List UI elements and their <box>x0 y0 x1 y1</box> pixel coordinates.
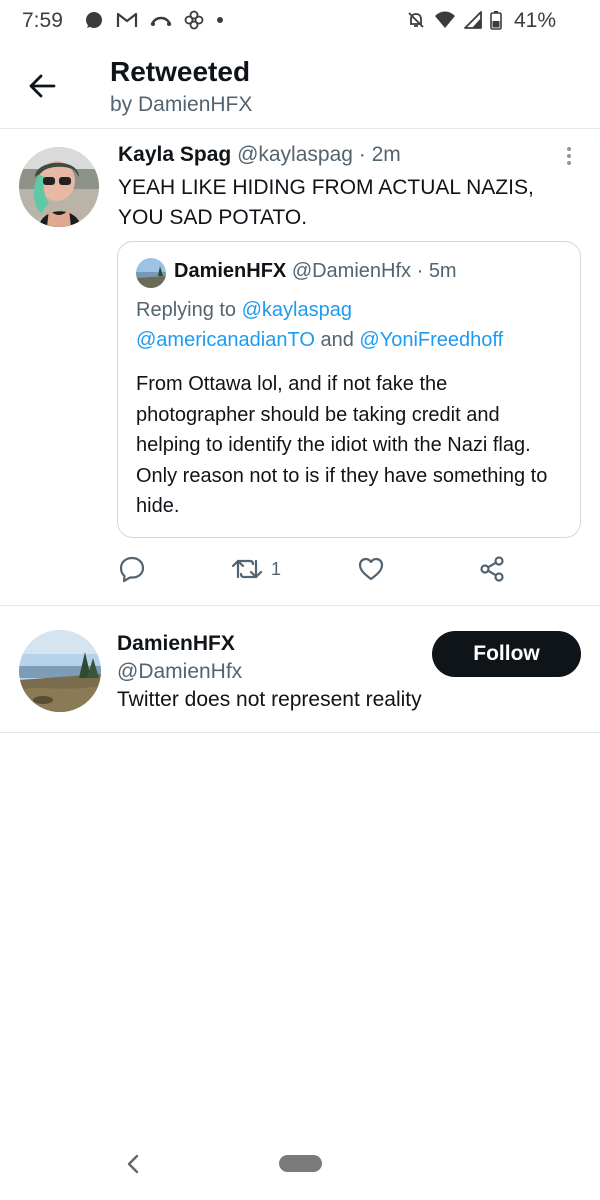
reply-icon <box>119 556 145 583</box>
status-bar: 7:59 41% <box>0 0 600 44</box>
tweet-divider <box>0 605 600 606</box>
reply-mention-link[interactable]: @americanadianTO <box>136 329 315 351</box>
page-title: Retweeted <box>110 56 251 87</box>
battery-icon <box>490 10 502 30</box>
back-arrow-icon <box>29 74 56 98</box>
like-button[interactable] <box>357 552 385 586</box>
share-button[interactable] <box>478 552 506 586</box>
status-time: 7:59 <box>22 9 63 32</box>
tweet-more-button[interactable] <box>560 144 578 168</box>
cell-signal-icon <box>464 11 482 29</box>
more-dot-icon <box>567 161 571 165</box>
retweeter-handle: @DamienHfx <box>117 660 243 683</box>
quoted-text: From Ottawa lol, and if not fake the pho… <box>136 373 548 517</box>
page-header: Retweeted by DamienHFX <box>0 44 600 130</box>
retweeter-name[interactable]: DamienHFX <box>117 632 235 656</box>
more-dot-icon <box>567 154 571 158</box>
tweet-text: YEAH LIKE HIDING FROM ACTUAL NAZIS, YOU … <box>118 176 534 229</box>
reply-button[interactable] <box>118 552 146 586</box>
quoted-author-handle: @DamienHfx <box>291 260 412 282</box>
tweet-actions: 1 <box>118 552 518 586</box>
quoted-header: DamienHFX @DamienHfx · 5m <box>174 260 457 283</box>
reply-mention-link[interactable]: @YoniFreedhoff <box>359 329 503 351</box>
replying-to: Replying to @kaylaspag @americanadianTO … <box>136 295 503 355</box>
tweet-header: Kayla Spag @kaylaspag · 2m <box>118 143 401 167</box>
battery-percentage: 41% <box>513 9 556 32</box>
back-button[interactable] <box>22 68 62 104</box>
signal-messenger-icon <box>84 10 104 30</box>
follow-button[interactable]: Follow <box>432 631 581 677</box>
tweet-author-avatar[interactable] <box>19 147 99 227</box>
quoted-author-name: DamienHFX <box>174 260 287 282</box>
retweet-count: 1 <box>271 558 282 579</box>
notifications-off-icon <box>406 10 426 30</box>
chevron-left-icon <box>127 1154 139 1174</box>
quoted-author-avatar <box>136 258 166 288</box>
retweet-button[interactable]: 1 <box>231 552 281 586</box>
gmail-icon <box>116 11 138 29</box>
tweet-author-name[interactable]: Kayla Spag <box>118 143 231 166</box>
nav-back-button[interactable] <box>122 1152 144 1176</box>
replying-prefix: Replying to <box>136 299 242 321</box>
user-card-divider <box>0 732 600 733</box>
header-divider <box>0 128 600 129</box>
tweet-author-handle[interactable]: @kaylaspag <box>237 143 353 166</box>
share-icon <box>480 556 504 582</box>
system-icons <box>406 10 502 30</box>
retweeter-avatar[interactable] <box>19 630 101 712</box>
page-subtitle: by DamienHFX <box>110 93 253 116</box>
tweet-time[interactable]: 2m <box>372 143 401 166</box>
quoted-separator: · <box>411 260 429 282</box>
pinwheel-icon <box>184 10 204 30</box>
quoted-tweet[interactable]: DamienHFX @DamienHfx · 5m Replying to @k… <box>117 241 581 538</box>
wifi-icon <box>434 11 456 29</box>
reply-mention-link[interactable]: @kaylaspag <box>242 299 352 321</box>
nav-home-pill[interactable] <box>279 1155 322 1172</box>
retweeter-bio: Twitter does not represent reality <box>117 688 422 711</box>
more-dot-icon <box>567 147 571 151</box>
retweet-icon <box>231 559 263 579</box>
notification-icons <box>84 10 224 30</box>
tweet-separator: · <box>352 143 372 166</box>
dot-icon <box>216 16 224 24</box>
heart-icon <box>358 557 384 581</box>
quoted-time: 5m <box>428 260 457 282</box>
reply-and: and <box>314 329 360 351</box>
missed-call-icon <box>150 13 172 27</box>
